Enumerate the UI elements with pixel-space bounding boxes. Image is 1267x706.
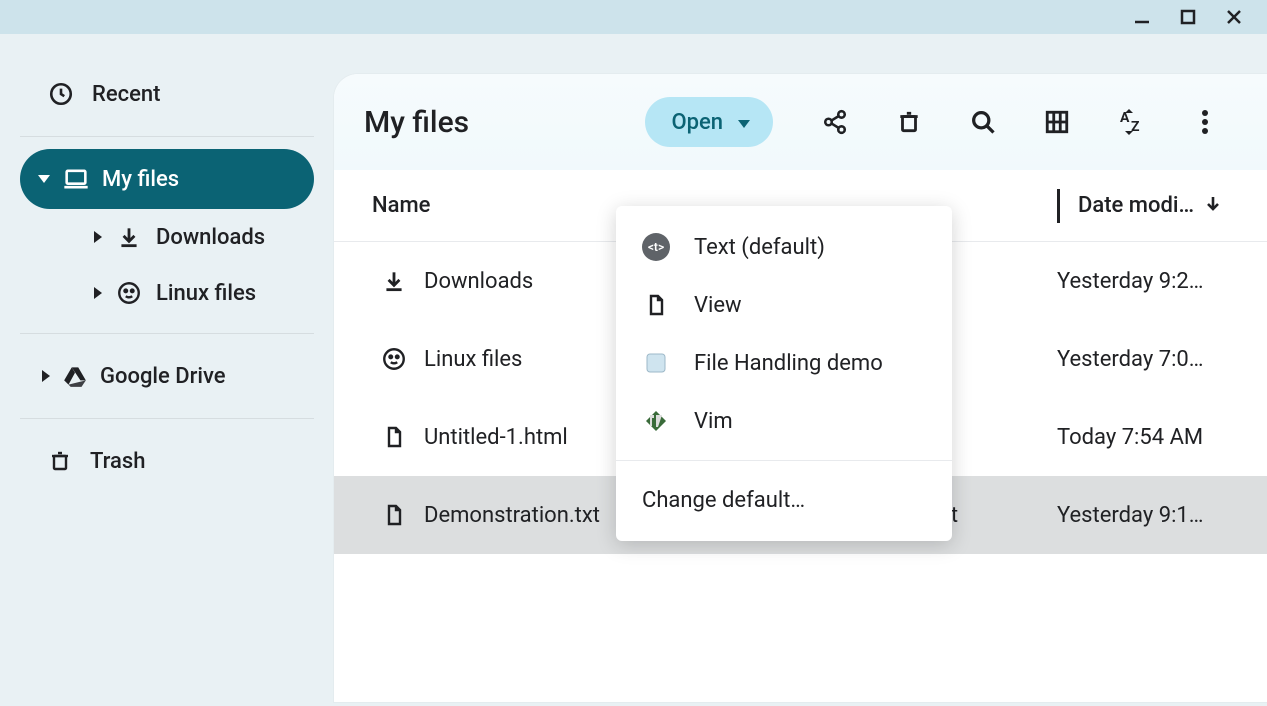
maximize-icon[interactable] xyxy=(1179,8,1197,26)
sidebar-item-label: Google Drive xyxy=(100,364,226,389)
column-date[interactable]: Date modi… xyxy=(1057,189,1237,223)
menu-item-change-default[interactable]: Change default… xyxy=(616,471,952,529)
chevron-down-icon xyxy=(38,175,50,183)
download-icon xyxy=(364,268,424,294)
delete-icon[interactable] xyxy=(887,100,931,144)
sidebar-item-label: Recent xyxy=(92,82,160,107)
sidebar-item-downloads[interactable]: Downloads xyxy=(82,209,314,265)
chevron-right-icon xyxy=(94,231,102,243)
menu-item-label: View xyxy=(694,293,742,318)
menu-item-label: Change default… xyxy=(642,488,805,513)
sidebar-item-label: Downloads xyxy=(156,225,265,250)
file-icon xyxy=(642,291,670,319)
divider xyxy=(20,136,314,137)
sidebar-item-linux[interactable]: Linux files xyxy=(82,265,314,321)
more-icon[interactable] xyxy=(1183,100,1227,144)
chevron-right-icon xyxy=(94,287,102,299)
demo-app-icon xyxy=(642,349,670,377)
sidebar-item-label: Linux files xyxy=(156,281,256,306)
linux-icon xyxy=(116,280,142,306)
linux-icon xyxy=(364,346,424,372)
share-icon[interactable] xyxy=(813,100,857,144)
menu-item-text-default[interactable]: <t> Text (default) xyxy=(616,218,952,276)
menu-item-file-handling-demo[interactable]: File Handling demo xyxy=(616,334,952,392)
open-with-menu: <t> Text (default) View File Handling de… xyxy=(616,206,952,541)
column-date-label: Date modi… xyxy=(1078,193,1194,218)
page-title: My files xyxy=(364,105,635,140)
menu-item-label: Text (default) xyxy=(694,235,825,260)
sidebar: Recent My files Downloads xyxy=(0,34,334,706)
clock-icon xyxy=(48,81,74,107)
file-date: Yesterday 9:2… xyxy=(1057,269,1237,294)
trash-icon xyxy=(48,449,72,473)
sidebar-item-drive[interactable]: Google Drive xyxy=(20,346,314,406)
toolbar: My files Open AZ xyxy=(334,74,1267,170)
open-button-label: Open xyxy=(671,110,723,135)
arrow-down-icon xyxy=(1204,193,1222,218)
chevron-right-icon xyxy=(42,370,50,382)
sidebar-item-label: Trash xyxy=(90,449,145,474)
laptop-icon xyxy=(62,165,90,193)
divider xyxy=(20,418,314,419)
drive-icon xyxy=(62,363,88,389)
menu-item-label: File Handling demo xyxy=(694,351,883,376)
sidebar-item-myfiles[interactable]: My files xyxy=(20,149,314,209)
menu-item-label: Vim xyxy=(694,409,733,434)
search-icon[interactable] xyxy=(961,100,1005,144)
open-button[interactable]: Open xyxy=(645,97,773,147)
minimize-icon[interactable] xyxy=(1133,8,1151,26)
menu-separator xyxy=(616,460,952,461)
caret-down-icon xyxy=(737,110,751,135)
download-icon xyxy=(116,224,142,250)
window-titlebar xyxy=(0,0,1267,34)
vim-icon xyxy=(642,407,670,435)
sidebar-item-label: My files xyxy=(102,167,179,192)
file-date: Yesterday 7:0… xyxy=(1057,347,1237,372)
close-icon[interactable] xyxy=(1225,8,1243,26)
file-date: Today 7:54 AM xyxy=(1057,425,1237,450)
sidebar-item-recent[interactable]: Recent xyxy=(20,64,314,124)
file-icon xyxy=(364,425,424,449)
menu-item-view[interactable]: View xyxy=(616,276,952,334)
file-date: Yesterday 9:1… xyxy=(1057,503,1237,528)
divider xyxy=(20,333,314,334)
sort-icon[interactable]: AZ xyxy=(1109,100,1153,144)
file-icon xyxy=(364,503,424,527)
main-panel: My files Open AZ xyxy=(334,74,1267,702)
sidebar-item-trash[interactable]: Trash xyxy=(20,431,314,491)
text-app-icon: <t> xyxy=(642,233,670,261)
menu-item-vim[interactable]: Vim xyxy=(616,392,952,450)
svg-text:Z: Z xyxy=(1131,119,1140,135)
grid-view-icon[interactable] xyxy=(1035,100,1079,144)
